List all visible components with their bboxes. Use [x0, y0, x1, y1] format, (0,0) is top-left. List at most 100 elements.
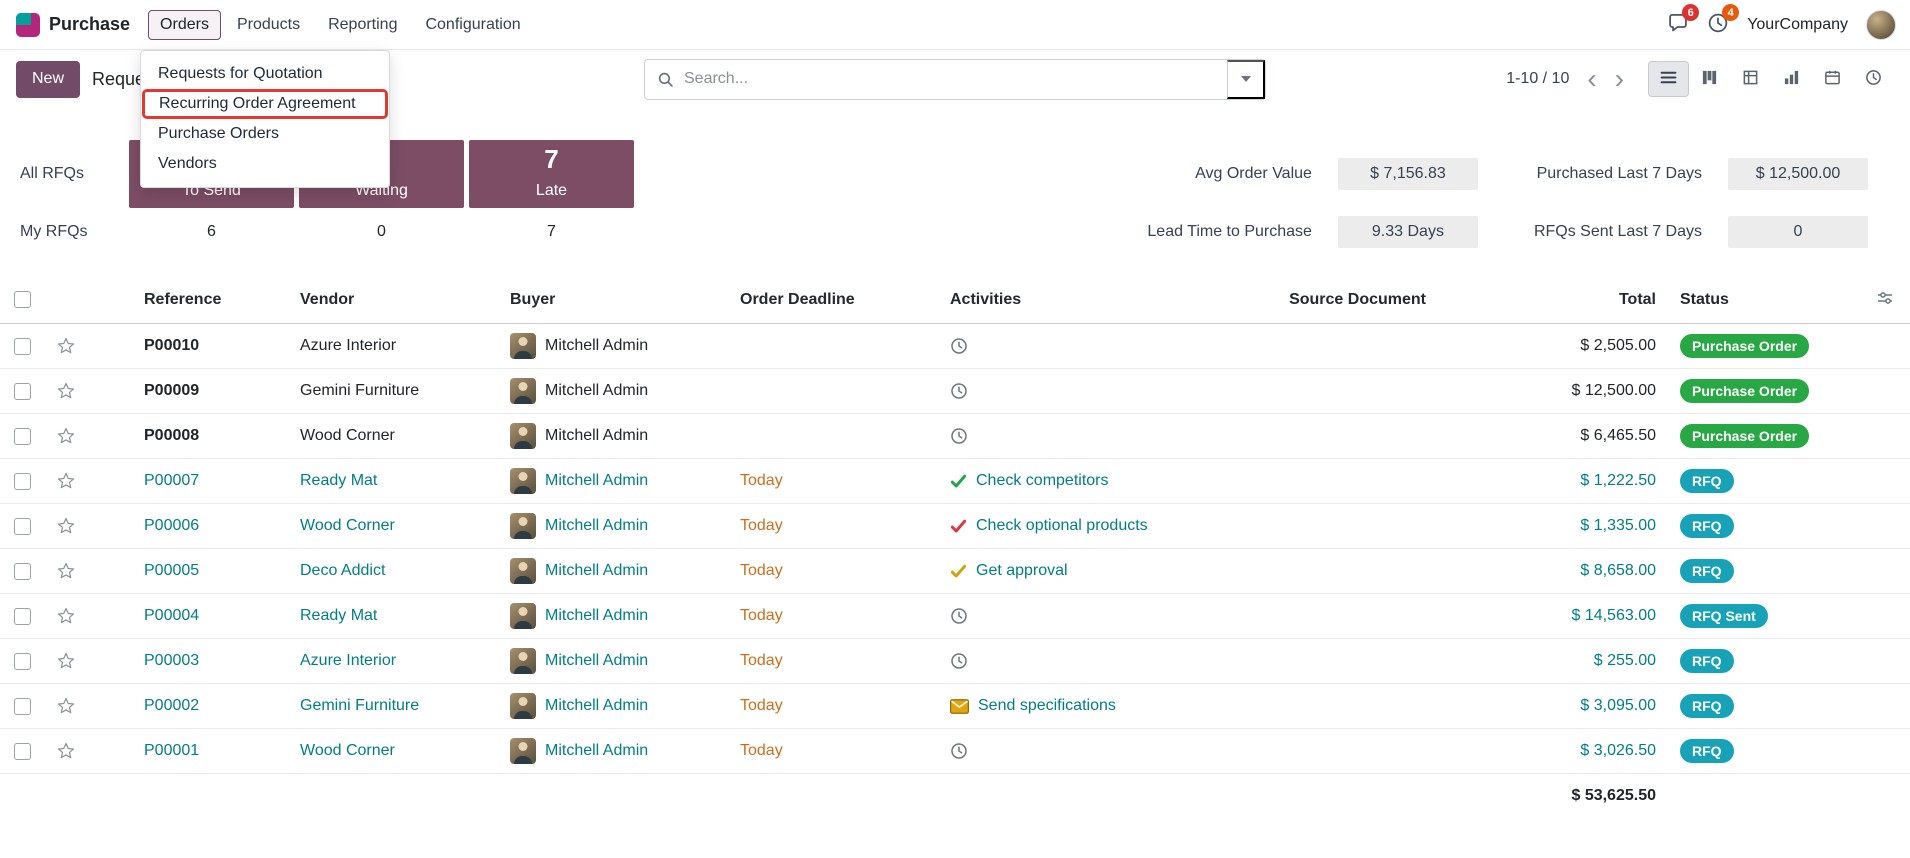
all-rfqs-label[interactable]: All RFQs	[20, 165, 124, 183]
row-checkbox[interactable]	[14, 608, 31, 625]
favorite-star-icon[interactable]	[56, 336, 76, 356]
envelope-icon[interactable]	[950, 699, 969, 714]
pager-next-button[interactable]: ›	[1609, 65, 1630, 93]
order-reference[interactable]: P00003	[88, 639, 288, 684]
favorite-star-icon[interactable]	[56, 516, 76, 536]
pager-previous-button[interactable]: ‹	[1581, 65, 1602, 93]
user-avatar[interactable]	[1866, 10, 1896, 40]
dashboard-card-late[interactable]: 7Late	[469, 140, 634, 208]
order-reference[interactable]: P00009	[88, 369, 288, 414]
table-row-p00004[interactable]: P00004Ready MatMitchell AdminToday$ 14,5…	[0, 594, 1910, 639]
clock-icon[interactable]	[950, 427, 968, 445]
search-input[interactable]	[684, 70, 1227, 88]
purchase-app-icon[interactable]	[16, 13, 40, 37]
table-row-p00010[interactable]: P00010Azure InteriorMitchell Admin$ 2,50…	[0, 324, 1910, 369]
check-icon[interactable]	[950, 518, 967, 535]
dropdown-item-recurring-order-agreement[interactable]: Recurring Order Agreement	[142, 89, 388, 119]
activities-button[interactable]: 4	[1707, 12, 1729, 37]
check-icon[interactable]	[950, 563, 967, 580]
column-header-vendor[interactable]: Vendor	[288, 276, 498, 324]
new-button[interactable]: New	[16, 61, 80, 98]
table-row-p00008[interactable]: P00008Wood CornerMitchell Admin$ 6,465.5…	[0, 414, 1910, 459]
order-reference[interactable]: P00005	[88, 549, 288, 594]
menu-item-configuration[interactable]: Configuration	[413, 10, 532, 40]
dropdown-item-vendors[interactable]: Vendors	[141, 149, 389, 179]
my-count-waiting[interactable]: 0	[299, 223, 464, 241]
row-checkbox[interactable]	[14, 653, 31, 670]
row-checkbox[interactable]	[14, 473, 31, 490]
favorite-star-icon[interactable]	[56, 561, 76, 581]
my-count-to-send[interactable]: 6	[129, 223, 294, 241]
vendor-name: Wood Corner	[288, 504, 498, 549]
kanban-view-icon	[1701, 69, 1718, 89]
column-header-reference[interactable]: Reference	[88, 276, 288, 324]
menu-item-reporting[interactable]: Reporting	[316, 10, 409, 40]
table-row-p00009[interactable]: P00009Gemini FurnitureMitchell Admin$ 12…	[0, 369, 1910, 414]
order-reference[interactable]: P00006	[88, 504, 288, 549]
star-column-header	[44, 276, 88, 324]
activity-label[interactable]: Check optional products	[976, 517, 1148, 535]
row-checkbox[interactable]	[14, 338, 31, 355]
column-header-order-deadline[interactable]: Order Deadline	[728, 276, 938, 324]
table-row-p00001[interactable]: P00001Wood CornerMitchell AdminToday$ 3,…	[0, 729, 1910, 774]
favorite-star-icon[interactable]	[56, 381, 76, 401]
clock-icon[interactable]	[950, 337, 968, 355]
kanban-view-button[interactable]	[1689, 61, 1730, 97]
row-checkbox[interactable]	[14, 743, 31, 760]
clock-icon[interactable]	[950, 382, 968, 400]
activity-label[interactable]: Send specifications	[978, 697, 1116, 715]
table-row-p00002[interactable]: P00002Gemini FurnitureMitchell AdminToda…	[0, 684, 1910, 729]
dropdown-item-requests-for-quotation[interactable]: Requests for Quotation	[141, 59, 389, 89]
activity-view-button[interactable]	[1853, 61, 1894, 97]
messages-button[interactable]: 6	[1667, 12, 1689, 37]
favorite-star-icon[interactable]	[56, 651, 76, 671]
list-view-button[interactable]	[1648, 61, 1689, 97]
activity-label[interactable]: Check competitors	[976, 472, 1109, 490]
favorite-star-icon[interactable]	[56, 471, 76, 491]
dropdown-item-purchase-orders[interactable]: Purchase Orders	[141, 119, 389, 149]
column-header-status[interactable]: Status	[1668, 276, 1862, 324]
calendar-view-button[interactable]	[1812, 61, 1853, 97]
pivot-view-button[interactable]	[1730, 61, 1771, 97]
buyer-avatar	[510, 693, 536, 719]
row-checkbox[interactable]	[14, 698, 31, 715]
row-checkbox[interactable]	[14, 428, 31, 445]
favorite-star-icon[interactable]	[56, 426, 76, 446]
table-row-p00007[interactable]: P00007Ready MatMitchell AdminTodayCheck …	[0, 459, 1910, 504]
favorite-star-icon[interactable]	[56, 696, 76, 716]
menu-item-products[interactable]: Products	[225, 10, 312, 40]
order-reference[interactable]: P00002	[88, 684, 288, 729]
row-checkbox[interactable]	[14, 518, 31, 535]
my-rfqs-label[interactable]: My RFQs	[20, 223, 124, 241]
order-reference[interactable]: P00010	[88, 324, 288, 369]
favorite-star-icon[interactable]	[56, 741, 76, 761]
source-document	[1238, 549, 1438, 594]
order-reference[interactable]: P00001	[88, 729, 288, 774]
column-header-buyer[interactable]: Buyer	[498, 276, 728, 324]
column-header-total[interactable]: Total	[1438, 276, 1668, 324]
adjust-columns-button[interactable]	[1874, 287, 1896, 312]
company-name[interactable]: YourCompany	[1747, 16, 1848, 34]
my-count-late[interactable]: 7	[469, 223, 634, 241]
clock-icon[interactable]	[950, 742, 968, 760]
clock-icon[interactable]	[950, 652, 968, 670]
table-row-p00003[interactable]: P00003Azure InteriorMitchell AdminToday$…	[0, 639, 1910, 684]
graph-view-button[interactable]	[1771, 61, 1812, 97]
clock-icon[interactable]	[950, 607, 968, 625]
select-all-checkbox[interactable]	[14, 291, 31, 308]
order-reference[interactable]: P00008	[88, 414, 288, 459]
activity-label[interactable]: Get approval	[976, 562, 1068, 580]
row-checkbox[interactable]	[14, 563, 31, 580]
column-header-source-document[interactable]: Source Document	[1238, 276, 1438, 324]
table-body: P00010Azure InteriorMitchell Admin$ 2,50…	[0, 324, 1910, 774]
table-row-p00005[interactable]: P00005Deco AddictMitchell AdminTodayGet …	[0, 549, 1910, 594]
menu-item-orders[interactable]: Orders	[148, 10, 221, 40]
column-header-activities[interactable]: Activities	[938, 276, 1238, 324]
check-icon[interactable]	[950, 473, 967, 490]
search-dropdown-toggle[interactable]	[1227, 60, 1265, 99]
table-row-p00006[interactable]: P00006Wood CornerMitchell AdminTodayChec…	[0, 504, 1910, 549]
favorite-star-icon[interactable]	[56, 606, 76, 626]
order-reference[interactable]: P00007	[88, 459, 288, 504]
order-reference[interactable]: P00004	[88, 594, 288, 639]
row-checkbox[interactable]	[14, 383, 31, 400]
